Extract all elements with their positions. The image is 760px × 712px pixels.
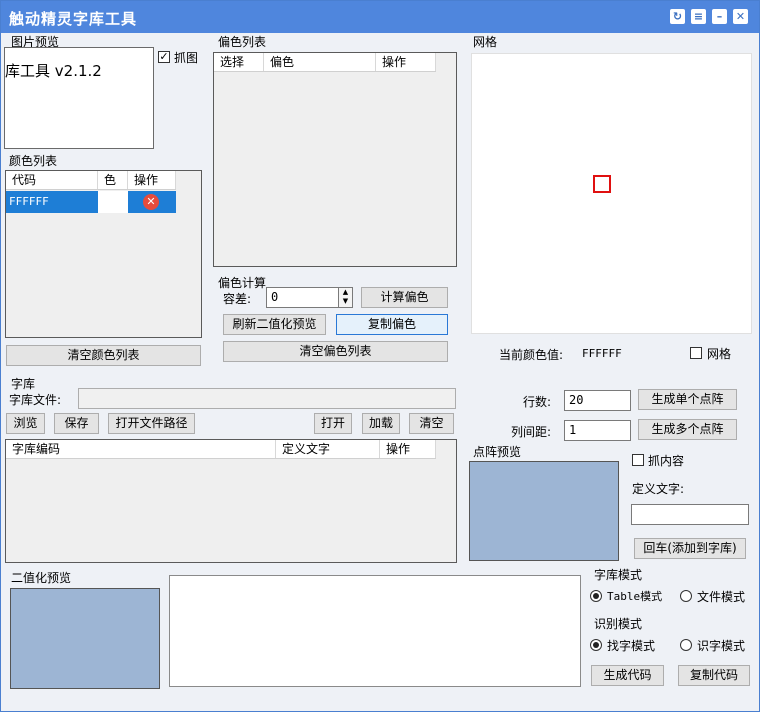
title-bar: 触动精灵字库工具 ↻ ≡ – ✕ — [1, 1, 759, 33]
lib-mode-table-radio[interactable] — [590, 590, 602, 602]
grid-marker — [593, 175, 611, 193]
capture-label: 抓图 — [174, 51, 199, 65]
font-lib-file-input[interactable] — [78, 388, 456, 409]
lib-mode-label: 字库模式 — [594, 568, 643, 582]
dot-preview — [469, 461, 619, 561]
refresh-binary-preview-button[interactable]: 刷新二值化预览 — [223, 314, 326, 335]
save-button[interactable]: 保存 — [54, 413, 99, 434]
color-row[interactable]: FFFFFF ✕ — [6, 191, 176, 213]
col-color[interactable]: 色 — [98, 171, 128, 189]
col-spacing-label: 列间距: — [511, 425, 552, 439]
color-list[interactable]: 代码 色 操作 FFFFFF ✕ — [5, 170, 202, 338]
menu-icon[interactable]: ≡ — [691, 9, 706, 24]
rows-input[interactable]: 20 — [564, 390, 631, 411]
grab-content-checkbox[interactable] — [632, 454, 644, 466]
col-action[interactable]: 操作 — [128, 171, 176, 189]
color-list-label: 颜色列表 — [9, 154, 58, 168]
image-preview: 库工具 v2.1.2 — [4, 47, 154, 149]
window-title: 触动精灵字库工具 — [9, 10, 138, 28]
current-color-label: 当前颜色值: — [499, 348, 564, 362]
dot-preview-label: 点阵预览 — [473, 445, 522, 459]
col-define-text[interactable]: 定义文字 — [276, 440, 380, 458]
enter-add-to-lib-button[interactable]: 回车(添加到字库) — [634, 538, 746, 559]
clear-offset-list-button[interactable]: 清空偏色列表 — [223, 341, 448, 362]
color-list-header: 代码 色 操作 — [6, 171, 176, 190]
offset-list[interactable]: 选择 偏色 操作 — [213, 52, 457, 267]
offset-calc-label: 偏色计算 — [218, 276, 267, 290]
font-lib-list[interactable]: 字库编码 定义文字 操作 — [5, 439, 457, 563]
define-text-input[interactable] — [631, 504, 749, 525]
open-file-path-button[interactable]: 打开文件路径 — [108, 413, 195, 434]
col-lib-code[interactable]: 字库编码 — [6, 440, 276, 458]
tolerance-spinner[interactable]: ▲ ▼ — [338, 287, 353, 308]
col-select[interactable]: 选择 — [214, 53, 264, 71]
tolerance-input[interactable]: 0 — [266, 287, 339, 308]
lib-mode-file-label: 文件模式 — [697, 590, 746, 604]
generate-multi-dot-matrix-button[interactable]: 生成多个点阵 — [638, 419, 737, 440]
grab-content-label: 抓内容 — [648, 454, 685, 468]
preview-text: 库工具 v2.1.2 — [5, 62, 102, 80]
copy-code-button[interactable]: 复制代码 — [678, 665, 750, 686]
capture-checkbox[interactable]: ✓ — [158, 51, 170, 63]
color-code: FFFFFF — [9, 195, 49, 208]
offset-list-header: 选择 偏色 操作 — [214, 53, 436, 72]
define-text-label: 定义文字: — [632, 482, 685, 496]
delete-icon[interactable]: ✕ — [143, 194, 159, 210]
code-output-area[interactable] — [169, 575, 581, 687]
offset-list-label: 偏色列表 — [218, 35, 267, 49]
col-offset[interactable]: 偏色 — [264, 53, 376, 71]
refresh-icon[interactable]: ↻ — [670, 9, 685, 24]
font-lib-list-header: 字库编码 定义文字 操作 — [6, 440, 436, 459]
col-lib-action[interactable]: 操作 — [380, 440, 436, 458]
clear-color-list-button[interactable]: 清空颜色列表 — [6, 345, 201, 366]
font-lib-file-label: 字库文件: — [9, 393, 62, 407]
recog-mode-label: 识别模式 — [594, 617, 643, 631]
grid-canvas[interactable] — [471, 53, 752, 334]
tolerance-label: 容差: — [223, 292, 252, 306]
browse-button[interactable]: 浏览 — [6, 413, 45, 434]
open-button[interactable]: 打开 — [314, 413, 352, 434]
generate-single-dot-matrix-button[interactable]: 生成单个点阵 — [638, 389, 737, 410]
binary-preview — [10, 588, 160, 689]
font-lib-label: 字库 — [11, 377, 36, 391]
generate-code-button[interactable]: 生成代码 — [591, 665, 664, 686]
find-text-mode-radio[interactable] — [590, 639, 602, 651]
find-text-mode-label: 找字模式 — [607, 639, 656, 653]
clear-button[interactable]: 清空 — [409, 413, 454, 434]
lib-mode-file-radio[interactable] — [680, 590, 692, 602]
current-color-value: FFFFFF — [582, 347, 622, 360]
grid-checkbox-label: 网格 — [707, 347, 732, 361]
col-spacing-input[interactable]: 1 — [564, 420, 631, 441]
color-swatch — [98, 191, 128, 213]
grid-label: 网格 — [473, 35, 498, 49]
app-window: 触动精灵字库工具 ↻ ≡ – ✕ 图片预览 库工具 v2.1.2 ✓ 抓图 颜色… — [0, 0, 760, 712]
close-icon[interactable]: ✕ — [733, 9, 748, 24]
load-button[interactable]: 加载 — [362, 413, 400, 434]
calc-offset-button[interactable]: 计算偏色 — [361, 287, 448, 308]
minimize-icon[interactable]: – — [712, 9, 727, 24]
binary-preview-label: 二值化预览 — [11, 571, 72, 585]
col-code[interactable]: 代码 — [6, 171, 98, 189]
lib-mode-table-label: Table模式 — [607, 590, 663, 603]
rows-label: 行数: — [523, 395, 552, 409]
recognize-text-mode-radio[interactable] — [680, 639, 692, 651]
copy-offset-button[interactable]: 复制偏色 — [336, 314, 448, 335]
grid-checkbox[interactable] — [690, 347, 702, 359]
col-offset-action[interactable]: 操作 — [376, 53, 436, 71]
recognize-text-mode-label: 识字模式 — [697, 639, 746, 653]
